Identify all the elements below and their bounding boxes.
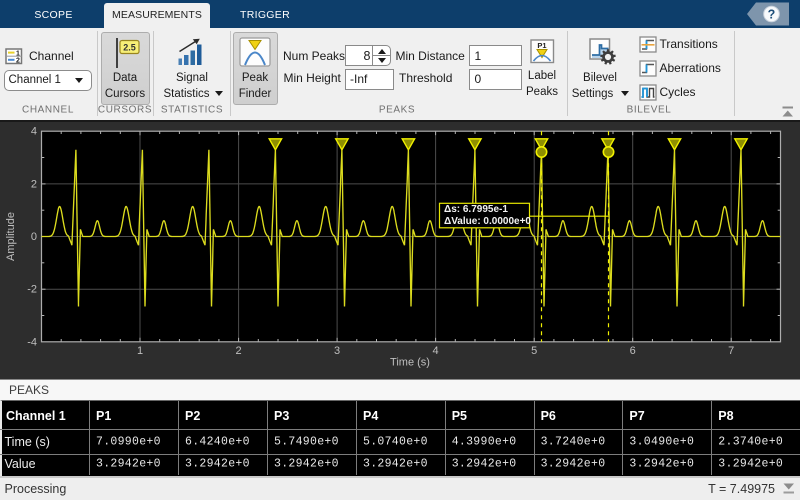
svg-text:ΔValue: 0.0000e+0: ΔValue: 0.0000e+0	[444, 216, 531, 227]
svg-text:4: 4	[31, 126, 37, 138]
svg-text:2: 2	[31, 178, 37, 190]
svg-text:1: 1	[137, 345, 143, 357]
svg-text:2: 2	[236, 345, 242, 357]
svg-text:2: 2	[16, 57, 20, 64]
svg-text:?: ?	[768, 7, 776, 21]
svg-text:Amplitude: Amplitude	[5, 212, 17, 261]
svg-text:-4: -4	[27, 336, 37, 348]
svg-text:0: 0	[31, 231, 37, 243]
svg-text:P1: P1	[537, 41, 546, 50]
svg-text:6: 6	[630, 345, 636, 357]
svg-text:3: 3	[334, 345, 340, 357]
svg-text:-2: -2	[27, 284, 37, 296]
svg-text:7: 7	[728, 345, 734, 357]
svg-text:5: 5	[531, 345, 537, 357]
svg-text:4: 4	[433, 345, 439, 357]
svg-text:Time (s): Time (s)	[390, 357, 430, 369]
svg-text:2.5: 2.5	[123, 43, 136, 53]
svg-text:1: 1	[16, 50, 20, 57]
svg-text:Δs: 6.7995e-1: Δs: 6.7995e-1	[444, 204, 508, 215]
